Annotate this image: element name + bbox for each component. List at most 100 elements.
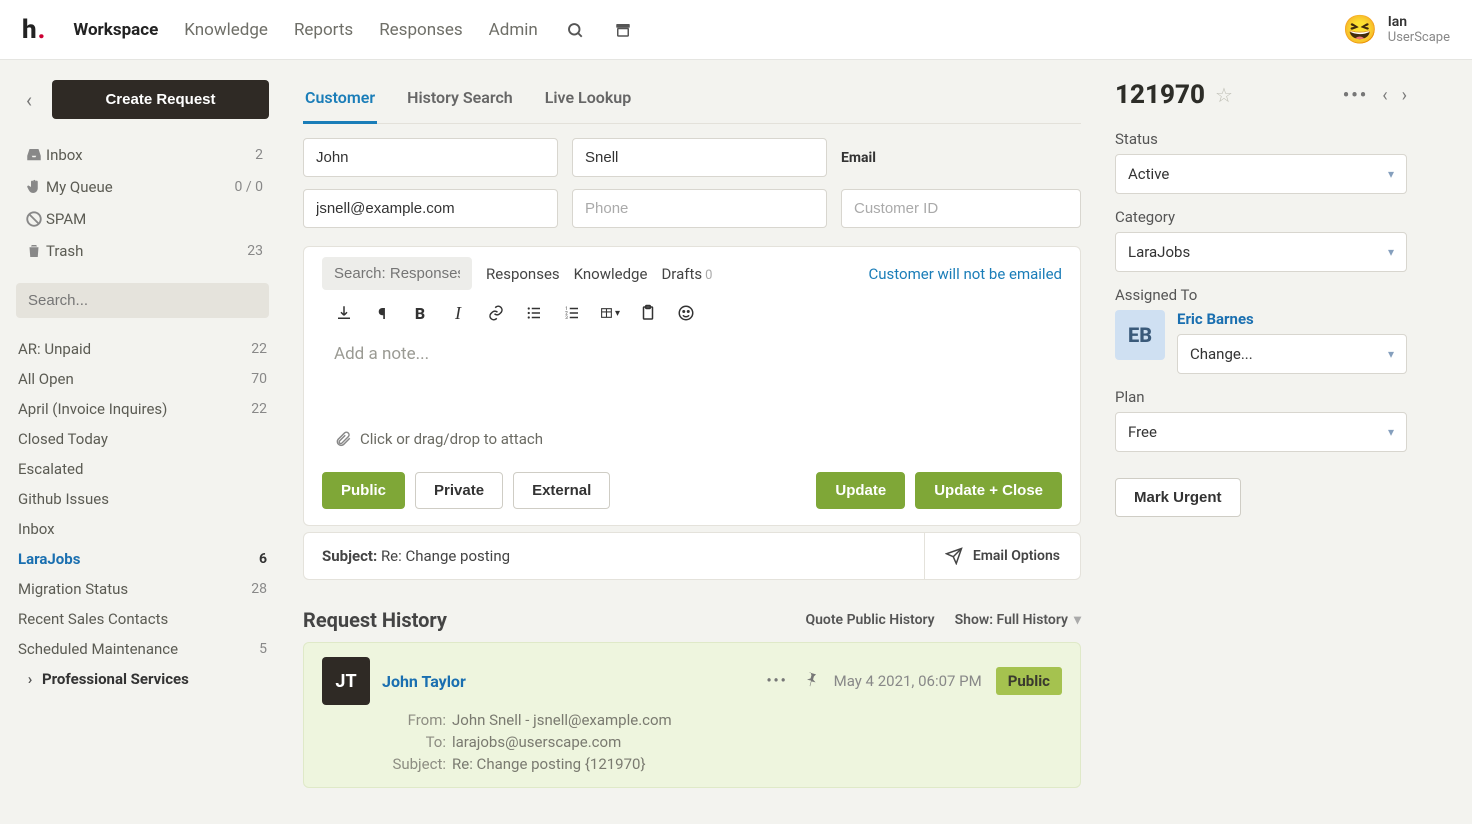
assignee-change-select[interactable]: Change...▾ xyxy=(1177,334,1407,374)
filter-count: 70 xyxy=(251,371,267,387)
back-icon[interactable]: ‹ xyxy=(16,88,42,112)
update-button[interactable]: Update xyxy=(816,472,905,509)
nav-workspace[interactable]: Workspace xyxy=(73,20,158,40)
bold-icon[interactable]: B xyxy=(410,302,430,324)
star-icon[interactable]: ☆ xyxy=(1215,83,1233,107)
pill-drafts[interactable]: Drafts0 xyxy=(661,265,712,283)
numbered-list-icon[interactable]: 123 xyxy=(562,302,582,324)
sidebar-item-my-queue[interactable]: My Queue0 / 0 xyxy=(16,171,269,203)
tab-live-lookup[interactable]: Live Lookup xyxy=(543,78,633,124)
logo[interactable]: h. xyxy=(22,15,45,45)
sidebar-item-count: 23 xyxy=(247,243,263,259)
status-label: Status xyxy=(1115,130,1407,148)
sidebar-item-inbox[interactable]: Inbox2 xyxy=(16,139,269,171)
first-name-input[interactable] xyxy=(303,138,558,177)
category-select[interactable]: LaraJobs▾ xyxy=(1115,232,1407,272)
nav-knowledge[interactable]: Knowledge xyxy=(184,20,268,40)
archive-icon[interactable] xyxy=(612,19,634,41)
last-name-input[interactable] xyxy=(572,138,827,177)
user-menu[interactable]: 😆 Ian UserScape xyxy=(1343,13,1450,46)
user-org: UserScape xyxy=(1388,30,1450,45)
filter-migration-status[interactable]: Migration Status28 xyxy=(16,574,269,604)
entry-menu-icon[interactable]: ••• xyxy=(767,673,788,689)
filter-all-open[interactable]: All Open70 xyxy=(16,364,269,394)
private-button[interactable]: Private xyxy=(415,472,503,509)
pill-knowledge[interactable]: Knowledge xyxy=(574,265,648,283)
category-label: Category xyxy=(1115,208,1407,226)
filter-april-invoice-inquires-[interactable]: April (Invoice Inquires)22 xyxy=(16,394,269,424)
mark-urgent-button[interactable]: Mark Urgent xyxy=(1115,478,1241,517)
entry-to: larajobs@userscape.com xyxy=(452,733,621,751)
italic-icon[interactable]: I xyxy=(448,302,468,324)
editor-body[interactable]: Add a note... xyxy=(304,330,1080,430)
table-icon[interactable]: ▾ xyxy=(600,302,620,324)
filter-ar-unpaid[interactable]: AR: Unpaid22 xyxy=(16,334,269,364)
topbar: h. Workspace Knowledge Reports Responses… xyxy=(0,0,1472,60)
filter-label: LaraJobs xyxy=(18,550,259,568)
phone-input[interactable] xyxy=(572,189,827,228)
link-icon[interactable] xyxy=(486,302,506,324)
entry-avatar: JT xyxy=(322,657,370,705)
editor-placeholder: Add a note... xyxy=(334,344,429,364)
contact-type-label[interactable]: Email xyxy=(841,150,1081,166)
entry-author[interactable]: John Taylor xyxy=(382,672,466,691)
create-request-button[interactable]: Create Request xyxy=(52,80,269,119)
plan-select[interactable]: Free▾ xyxy=(1115,412,1407,452)
external-button[interactable]: External xyxy=(513,472,610,509)
filter-closed-today[interactable]: Closed Today xyxy=(16,424,269,454)
assignee-avatar: EB xyxy=(1115,310,1165,360)
next-request-icon[interactable]: › xyxy=(1402,85,1407,106)
pin-icon[interactable] xyxy=(802,670,820,692)
filter-escalated[interactable]: Escalated xyxy=(16,454,269,484)
filter-count: 28 xyxy=(251,581,267,597)
status-select[interactable]: Active▾ xyxy=(1115,154,1407,194)
public-button[interactable]: Public xyxy=(322,472,405,509)
tab-history-search[interactable]: History Search xyxy=(405,78,515,124)
customer-id-input[interactable] xyxy=(841,189,1081,228)
update-close-button[interactable]: Update + Close xyxy=(915,472,1062,509)
hand-icon xyxy=(22,178,46,196)
email-options-button[interactable]: Email Options xyxy=(924,533,1080,579)
search-icon[interactable] xyxy=(564,19,586,41)
email-notice: Customer will not be emailed xyxy=(869,265,1062,283)
email-input[interactable] xyxy=(303,189,558,228)
main: Customer History Search Live Lookup Emai… xyxy=(285,60,1105,818)
show-history-dropdown[interactable]: Show: Full History ▾ xyxy=(955,612,1081,628)
right-sidebar: 121970 ☆ ••• ‹ › Status Active▾ Category… xyxy=(1105,60,1435,818)
sidebar-item-count: 2 xyxy=(255,147,263,163)
paragraph-icon[interactable]: ¶ xyxy=(372,302,392,324)
tab-customer[interactable]: Customer xyxy=(303,78,377,124)
sidebar-search-input[interactable] xyxy=(16,283,269,318)
prev-request-icon[interactable]: ‹ xyxy=(1382,85,1387,106)
filter-inbox[interactable]: Inbox xyxy=(16,514,269,544)
sidebar-item-label: SPAM xyxy=(46,210,263,228)
nav-reports[interactable]: Reports xyxy=(294,20,353,40)
topnav: Workspace Knowledge Reports Responses Ad… xyxy=(73,19,633,41)
pill-responses[interactable]: Responses xyxy=(486,265,560,283)
sidebar-item-trash[interactable]: Trash23 xyxy=(16,235,269,267)
clipboard-icon[interactable] xyxy=(638,302,658,324)
inbox-icon xyxy=(22,146,46,164)
quote-history-button[interactable]: Quote Public History xyxy=(805,612,934,628)
filter-scheduled-maintenance[interactable]: Scheduled Maintenance5 xyxy=(16,634,269,664)
svg-text:3: 3 xyxy=(565,315,568,321)
filter-github-issues[interactable]: Github Issues xyxy=(16,484,269,514)
more-icon[interactable]: ••• xyxy=(1343,85,1368,106)
filter-professional-services[interactable]: ›Professional Services xyxy=(16,664,269,694)
emoji-icon[interactable] xyxy=(676,302,696,324)
attach-area[interactable]: Click or drag/drop to attach xyxy=(304,430,1080,462)
filter-count: 22 xyxy=(251,401,267,417)
nav-admin[interactable]: Admin xyxy=(489,20,538,40)
bullet-list-icon[interactable] xyxy=(524,302,544,324)
subject-text[interactable]: Subject: Re: Change posting xyxy=(304,533,924,579)
nav-responses[interactable]: Responses xyxy=(379,20,462,40)
filter-larajobs[interactable]: LaraJobs6 xyxy=(16,544,269,574)
sidebar-item-spam[interactable]: SPAM xyxy=(16,203,269,235)
filter-recent-sales-contacts[interactable]: Recent Sales Contacts xyxy=(16,604,269,634)
responses-search-input[interactable] xyxy=(322,257,472,290)
download-icon[interactable] xyxy=(334,302,354,324)
entry-badge: Public xyxy=(996,667,1062,695)
history-title: Request History xyxy=(303,608,785,632)
assignee-name[interactable]: Eric Barnes xyxy=(1177,310,1407,328)
filter-label: All Open xyxy=(18,370,251,388)
